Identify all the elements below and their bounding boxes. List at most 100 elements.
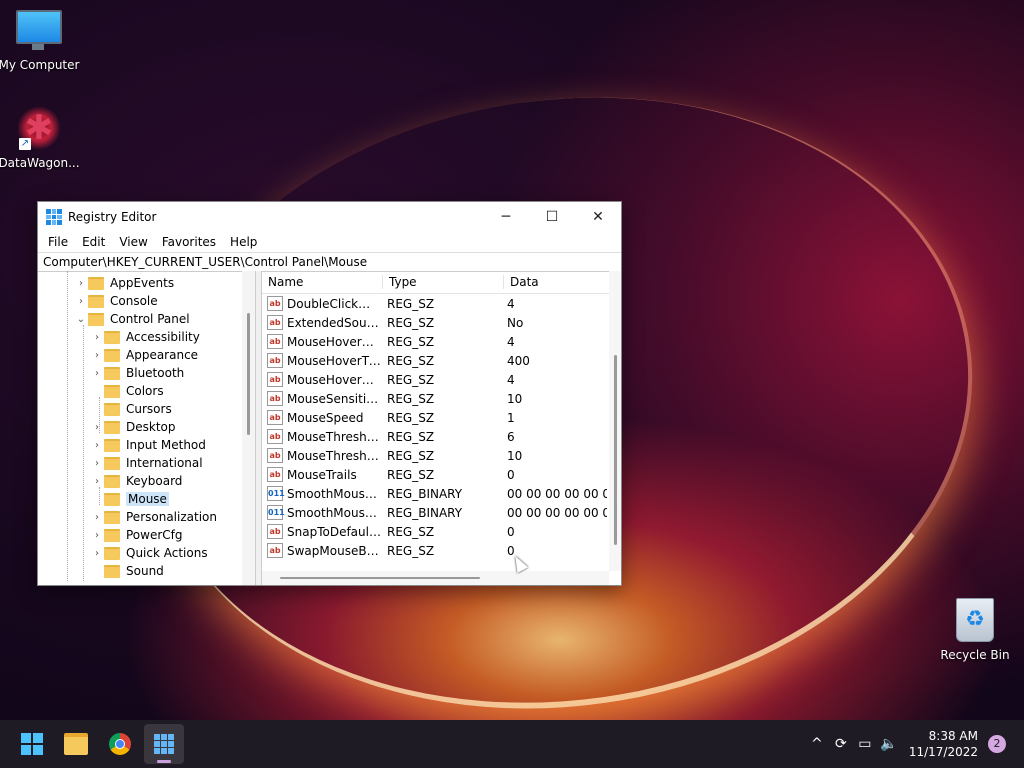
tree-item-bluetooth[interactable]: › Bluetooth [38, 364, 242, 382]
tree-item-sound[interactable]: Sound [38, 562, 242, 580]
network-icon[interactable]: ▭ [853, 736, 877, 752]
menu-view[interactable]: View [112, 235, 154, 249]
chevron-right-icon[interactable]: › [90, 476, 104, 487]
table-row[interactable]: ab SnapToDefaultB... REG_SZ 0 [262, 522, 621, 541]
menu-help[interactable]: Help [223, 235, 264, 249]
menu-file[interactable]: File [41, 235, 75, 249]
close-button[interactable]: ✕ [575, 202, 621, 232]
tree-scrollbar[interactable] [242, 271, 255, 585]
clock-date: 11/17/2022 [908, 745, 978, 759]
table-row[interactable]: ab MouseThreshold1 REG_SZ 6 [262, 427, 621, 446]
value-name: MouseHoverHei... [287, 334, 381, 349]
table-row[interactable]: ab ExtendedSounds REG_SZ No [262, 313, 621, 332]
tree-item-console[interactable]: › Console [38, 292, 242, 310]
tree-item-quick-actions[interactable]: › Quick Actions [38, 544, 242, 562]
vertical-scrollbar-thumb[interactable] [614, 355, 617, 545]
tree-scrollbar-thumb[interactable] [247, 313, 250, 435]
menu-favorites[interactable]: Favorites [155, 235, 223, 249]
value-data: 0 [507, 524, 515, 539]
chevron-right-icon[interactable]: › [90, 440, 104, 451]
chevron-down-icon[interactable]: ⌄ [74, 314, 88, 325]
value-type: REG_SZ [387, 524, 435, 539]
tree-item-label: Accessibility [126, 330, 200, 344]
tree-item-control-panel[interactable]: ⌄ Control Panel [38, 310, 242, 328]
tree-item-cursors[interactable]: Cursors [38, 400, 242, 418]
address-bar[interactable]: Computer\HKEY_CURRENT_USER\Control Panel… [38, 252, 621, 272]
tree-item-colors[interactable]: Colors [38, 382, 242, 400]
tree-item-powercfg[interactable]: › PowerCfg [38, 526, 242, 544]
taskbar-file-explorer[interactable] [56, 724, 96, 764]
table-row[interactable]: ab DoubleClickWidth REG_SZ 4 [262, 294, 621, 313]
value-type: REG_SZ [387, 543, 435, 558]
editor-panes: › AppEvents › Console ⌄ Control Panel › Acce… [38, 271, 621, 585]
desktop-icon-my-computer[interactable]: My Computer [0, 10, 81, 72]
desktop-icon-datawagon[interactable]: ✱ ↗ DataWagon... [0, 106, 81, 170]
chevron-right-icon[interactable]: › [90, 548, 104, 559]
tree-item-keyboard[interactable]: › Keyboard [38, 472, 242, 490]
table-row[interactable]: ab MouseTrails REG_SZ 0 [262, 465, 621, 484]
chevron-right-icon[interactable]: › [90, 422, 104, 433]
sync-icon[interactable]: ⟳ [829, 736, 853, 752]
volume-icon[interactable]: 🔈 [877, 736, 901, 752]
tree-item-input-method[interactable]: › Input Method [38, 436, 242, 454]
folder-icon [104, 402, 120, 416]
folder-icon [104, 528, 120, 542]
table-row[interactable]: ab MouseHoverTime REG_SZ 400 [262, 351, 621, 370]
start-button[interactable] [12, 724, 52, 764]
registry-editor-icon [154, 734, 174, 754]
taskbar-registry-editor[interactable] [144, 724, 184, 764]
menu-edit[interactable]: Edit [75, 235, 112, 249]
tree-item-accessibility[interactable]: › Accessibility [38, 328, 242, 346]
table-row[interactable]: ab MouseSensitivity REG_SZ 10 [262, 389, 621, 408]
horizontal-scrollbar-thumb[interactable] [280, 577, 480, 579]
folder-icon [88, 276, 104, 290]
column-header-type[interactable]: Type [383, 275, 504, 289]
column-header-data[interactable]: Data [504, 275, 610, 289]
chevron-right-icon[interactable]: › [90, 368, 104, 379]
column-header-name[interactable]: Name [262, 275, 383, 289]
clock[interactable]: 8:38 AM 11/17/2022 [909, 728, 978, 760]
notification-badge[interactable]: 2 [988, 735, 1006, 753]
table-row[interactable]: abSwapMouseButt...REG_SZ0 [262, 541, 621, 560]
value-type: REG_BINARY [387, 505, 463, 520]
table-row[interactable]: ab MouseHoverWi... REG_SZ 4 [262, 370, 621, 389]
tree-item-appearance[interactable]: › Appearance [38, 346, 242, 364]
tree-item-label: Personalization [126, 510, 217, 524]
values-vertical-scrollbar[interactable] [609, 271, 621, 571]
desktop-icon-label: Recycle Bin [940, 648, 1010, 662]
values-horizontal-scrollbar[interactable] [262, 571, 609, 585]
tree-item-desktop[interactable]: › Desktop [38, 418, 242, 436]
tree-item-label: AppEvents [110, 276, 175, 290]
desktop-icon-recycle-bin[interactable]: ♻ Recycle Bin [933, 598, 1017, 662]
value-data: 4 [507, 372, 515, 387]
taskbar-chrome[interactable] [100, 724, 140, 764]
minimize-button[interactable]: ─ [483, 202, 529, 232]
value-type: REG_SZ [387, 448, 435, 463]
table-row[interactable]: ab MouseSpeed REG_SZ 1 [262, 408, 621, 427]
value-name: SmoothMouseX... [287, 486, 381, 501]
table-row[interactable]: 011 SmoothMouseY... REG_BINARY 00 00 00 00 … [262, 503, 621, 522]
chevron-right-icon[interactable]: › [74, 296, 88, 307]
value-type: REG_SZ [387, 391, 435, 406]
chevron-right-icon[interactable]: › [90, 530, 104, 541]
tree-item-appevents[interactable]: › AppEvents [38, 274, 242, 292]
tree-item-international[interactable]: › International [38, 454, 242, 472]
tree-item-personalization[interactable]: › Personalization [38, 508, 242, 526]
table-row[interactable]: ab MouseHoverHei... REG_SZ 4 [262, 332, 621, 351]
chevron-right-icon[interactable]: › [90, 458, 104, 469]
title-bar[interactable]: Registry Editor ─ ☐ ✕ [38, 202, 621, 232]
tree-item-label: Control Panel [110, 312, 190, 326]
value-data: 6 [507, 429, 515, 444]
folder-icon [104, 492, 120, 506]
tray-overflow-chevron-icon[interactable]: ^ [805, 736, 829, 752]
clock-time: 8:38 AM [928, 729, 978, 743]
tree-item-mouse[interactable]: Mouse [38, 490, 242, 508]
value-type: REG_BINARY [387, 486, 463, 501]
chevron-right-icon[interactable]: › [90, 332, 104, 343]
maximize-button[interactable]: ☐ [529, 202, 575, 232]
chevron-right-icon[interactable]: › [90, 350, 104, 361]
table-row[interactable]: ab MouseThreshold2 REG_SZ 10 [262, 446, 621, 465]
table-row[interactable]: 011SmoothMouseX... REG_BINARY 00 00 00 00 … [262, 484, 621, 503]
chevron-right-icon[interactable]: › [74, 278, 88, 289]
chevron-right-icon[interactable]: › [90, 512, 104, 523]
